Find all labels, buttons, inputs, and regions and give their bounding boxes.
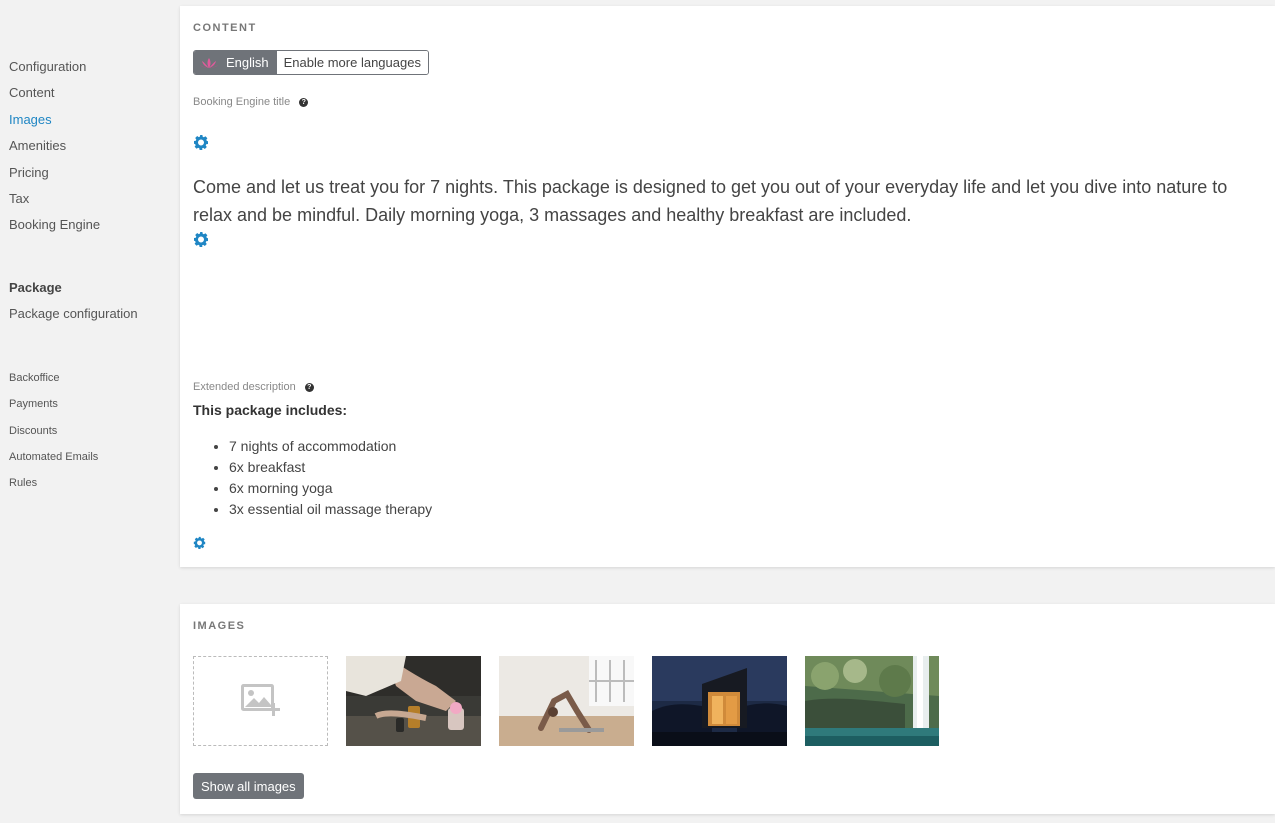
list-item: 7 nights of accommodation [229,436,432,457]
sidebar-item-payments[interactable]: Payments [9,391,98,417]
language-english-button[interactable]: English [194,51,277,74]
sidebar-item-automated-emails[interactable]: Automated Emails [9,444,98,470]
image-thumbnail-massage[interactable] [346,656,481,746]
gear-icon[interactable] [193,134,209,150]
extended-description-title[interactable]: This package includes: [193,402,347,418]
sidebar-item-package-configuration[interactable]: Package configuration [9,301,138,327]
help-icon[interactable]: ? [304,382,314,392]
gear-icon[interactable] [193,231,209,247]
add-image-button[interactable] [193,656,328,746]
help-icon[interactable]: ? [299,97,309,107]
sidebar-group-configuration: Configuration Content Images Amenities P… [9,54,100,239]
image-gallery [193,656,940,746]
sidebar-group-backoffice: Backoffice Payments Discounts Automated … [9,365,98,496]
language-english-label: English [226,55,269,70]
waterfall-photo [805,656,939,746]
yoga-photo [499,656,634,746]
sidebar-item-amenities[interactable]: Amenities [9,133,100,159]
sidebar-item-configuration[interactable]: Configuration [9,54,100,80]
image-thumbnail-cabin[interactable] [652,656,787,746]
massage-oil-photo [346,656,481,746]
images-section-title: IMAGES [193,620,246,632]
extended-description-label: Extended description ? [193,381,314,393]
cabin-night-photo [652,656,787,746]
sidebar-heading-package: Package [9,280,62,295]
booking-engine-title-label: Booking Engine title ? [193,96,309,108]
image-thumbnail-yoga[interactable] [499,656,634,746]
sidebar-item-content[interactable]: Content [9,80,100,106]
lotus-icon [200,57,218,68]
booking-engine-title-label-text: Booking Engine title [193,96,291,108]
enable-more-languages-button[interactable]: Enable more languages [276,51,428,74]
sidebar-item-pricing[interactable]: Pricing [9,160,100,186]
sidebar-item-images[interactable]: Images [9,107,100,133]
list-item: 6x morning yoga [229,478,432,499]
add-image-icon [240,684,280,716]
sidebar: Configuration Content Images Amenities P… [0,0,178,823]
sidebar-item-rules[interactable]: Rules [9,470,98,496]
extended-description-label-text: Extended description [193,381,296,393]
sidebar-item-tax[interactable]: Tax [9,186,100,212]
sidebar-item-backoffice[interactable]: Backoffice [9,365,98,391]
sidebar-group-package: Package Package configuration [9,275,138,327]
package-description[interactable]: Come and let us treat you for 7 nights. … [193,173,1263,229]
language-switcher: English Enable more languages [193,50,429,75]
images-panel: IMAGES Show all images [180,604,1275,814]
image-thumbnail-waterfall[interactable] [805,656,940,746]
list-item: 3x essential oil massage therapy [229,499,432,520]
extended-description-list[interactable]: 7 nights of accommodation 6x breakfast 6… [229,436,432,520]
show-all-images-button[interactable]: Show all images [193,773,304,799]
list-item: 6x breakfast [229,457,432,478]
gear-icon[interactable] [193,536,206,549]
sidebar-item-booking-engine[interactable]: Booking Engine [9,212,100,238]
content-section-title: CONTENT [193,22,257,34]
sidebar-item-discounts[interactable]: Discounts [9,418,98,444]
content-panel: CONTENT English Enable more languages Bo… [180,6,1275,567]
